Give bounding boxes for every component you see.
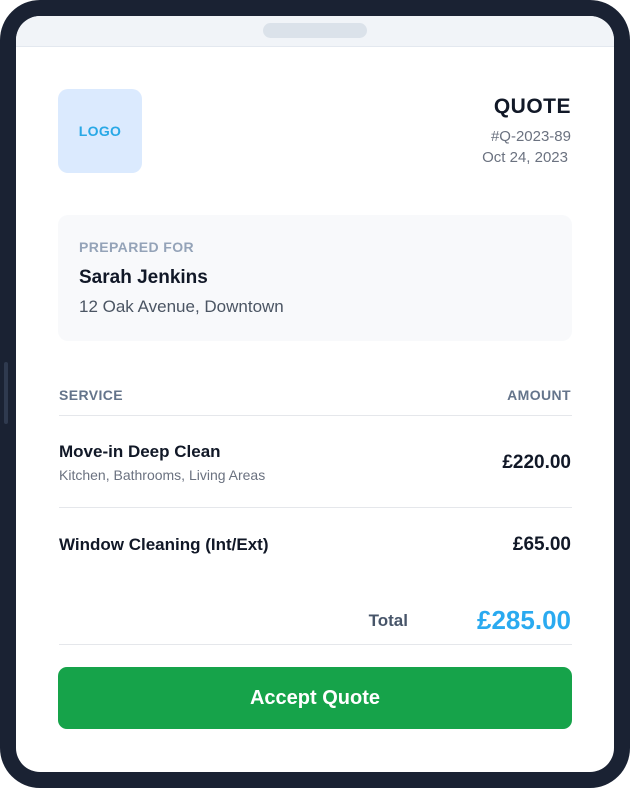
row-divider — [59, 507, 572, 508]
table-header-divider — [59, 415, 572, 416]
service-amount: £220.00 — [502, 452, 571, 473]
company-logo: LOGO — [58, 89, 142, 173]
quote-date: Oct 24, 2023 — [482, 149, 568, 166]
total-value: £285.00 — [477, 605, 571, 635]
quote-number: #Q-2023-89 — [490, 128, 571, 145]
column-header-amount: AMOUNT — [507, 387, 571, 403]
service-description: Kitchen, Bathrooms, Living Areas — [59, 467, 266, 483]
top-bar — [16, 16, 614, 47]
client-name: Sarah Jenkins — [79, 267, 208, 288]
accept-quote-button[interactable]: Accept Quote — [58, 667, 572, 729]
device-side-button — [4, 362, 8, 424]
drag-handle[interactable] — [263, 23, 367, 38]
prepared-for-label: PREPARED FOR — [79, 239, 194, 255]
device-frame: LOGO QUOTE #Q-2023-89 Oct 24, 2023 PREPA… — [0, 0, 630, 788]
total-divider — [59, 644, 572, 645]
service-title: Move-in Deep Clean — [59, 442, 221, 461]
service-title: Window Cleaning (Int/Ext) — [59, 535, 269, 554]
screen: LOGO QUOTE #Q-2023-89 Oct 24, 2023 PREPA… — [16, 16, 614, 772]
client-address: 12 Oak Avenue, Downtown — [79, 297, 284, 316]
prepared-for-card: PREPARED FOR Sarah Jenkins 12 Oak Avenue… — [58, 215, 572, 341]
total-label: Total — [368, 611, 408, 630]
column-header-service: SERVICE — [59, 387, 124, 403]
quote-title: QUOTE — [493, 95, 571, 118]
service-amount: £65.00 — [512, 534, 571, 555]
